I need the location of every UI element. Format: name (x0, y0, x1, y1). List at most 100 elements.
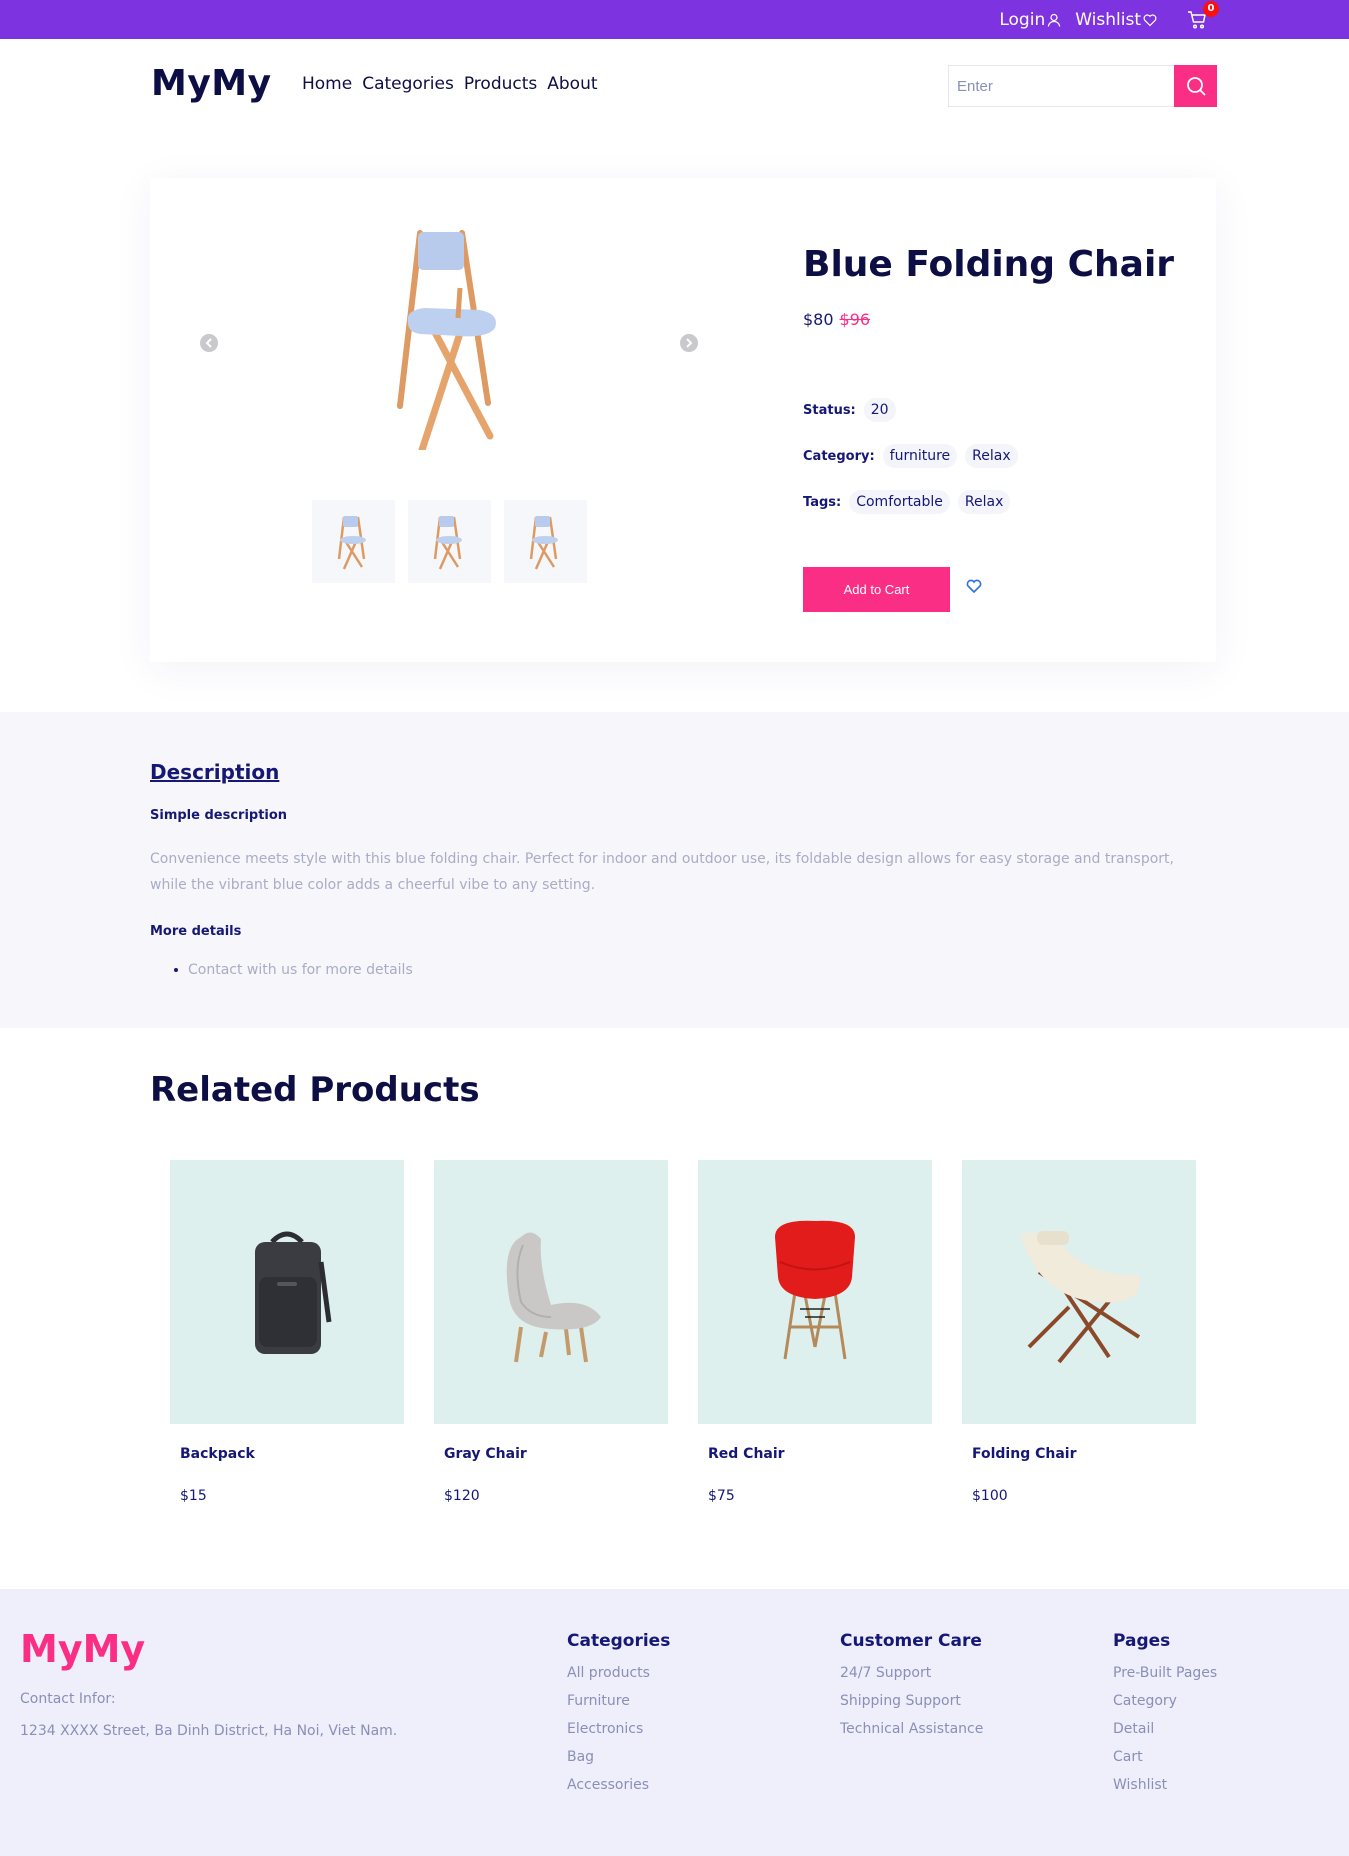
top-bar: Login Wishlist 0 (0, 0, 1349, 39)
chair-thumbnail-image (337, 515, 366, 570)
related-product-name[interactable]: Red Chair (708, 1446, 785, 1462)
footer-link[interactable]: Pre-Built Pages (1113, 1665, 1217, 1681)
footer-address: 1234 XXXX Street, Ba Dinh District, Ha N… (20, 1723, 398, 1739)
wishlist-link[interactable]: Wishlist (1075, 10, 1157, 30)
related-product-price: $100 (972, 1488, 1008, 1504)
footer-logo[interactable]: MyMy (20, 1627, 145, 1671)
footer-column-categories: Categories All products Furniture Electr… (567, 1631, 670, 1805)
user-icon (1048, 13, 1061, 27)
old-price: $96 (839, 310, 871, 329)
top-bar-links: Login Wishlist 0 (999, 0, 1219, 39)
add-to-cart-button[interactable]: Add to Cart (803, 567, 950, 612)
related-product-card[interactable]: Gray Chair $120 (434, 1160, 668, 1504)
more-details-title: More details (150, 924, 242, 939)
tag-chip[interactable]: Comfortable (849, 490, 950, 514)
thumbnail-1[interactable] (312, 500, 395, 583)
category-chip[interactable]: Relax (965, 444, 1018, 468)
footer-link[interactable]: Bag (567, 1749, 670, 1765)
footer-link[interactable]: 24/7 Support (840, 1665, 983, 1681)
cart-count-badge: 0 (1203, 0, 1219, 17)
chair-thumbnail-image (433, 515, 462, 570)
related-product-price: $120 (444, 1488, 480, 1504)
product-title: Blue Folding Chair (803, 244, 1175, 285)
login-link[interactable]: Login (999, 10, 1061, 30)
heart-icon (1143, 13, 1157, 26)
related-product-name[interactable]: Folding Chair (972, 1446, 1077, 1462)
status-value: 20 (863, 398, 896, 422)
footer-link[interactable]: Furniture (567, 1693, 670, 1709)
footer-column-pages: Pages Pre-Built Pages Category Detail Ca… (1113, 1631, 1217, 1805)
footer-link[interactable]: Cart (1113, 1749, 1217, 1765)
description-tab[interactable]: Description (150, 760, 279, 784)
logo[interactable]: MyMy (151, 63, 272, 104)
thumbnail-3[interactable] (504, 500, 587, 583)
tag-chip[interactable]: Relax (957, 490, 1011, 514)
search-input[interactable] (948, 65, 1174, 107)
footer-link[interactable]: Electronics (567, 1721, 670, 1737)
footer-link[interactable]: Technical Assistance (840, 1721, 983, 1737)
prev-image-button[interactable] (200, 334, 218, 352)
related-product-card[interactable]: Backpack $15 (170, 1160, 404, 1504)
main-nav: Home Categories Products About (302, 74, 598, 94)
related-product-name[interactable]: Backpack (180, 1446, 255, 1462)
nav-categories[interactable]: Categories (362, 74, 454, 94)
bullet-dot (174, 968, 178, 972)
chevron-right-icon (686, 338, 693, 348)
related-product-price: $75 (708, 1488, 735, 1504)
related-product-card[interactable]: Red Chair $75 (698, 1160, 932, 1504)
related-products-title: Related Products (150, 1070, 480, 1110)
product-main-image (397, 230, 496, 450)
footer-link[interactable]: Wishlist (1113, 1777, 1217, 1793)
footer-link[interactable]: All products (567, 1665, 670, 1681)
more-details-text: Contact with us for more details (188, 962, 413, 978)
thumbnail-2[interactable] (408, 500, 491, 583)
folding-chair-icon (1021, 1231, 1141, 1364)
nav-products[interactable]: Products (464, 74, 537, 94)
next-image-button[interactable] (680, 334, 698, 352)
related-product-image[interactable] (698, 1160, 932, 1424)
add-to-wishlist-heart-icon[interactable] (966, 578, 982, 594)
status-row: Status: 20 (803, 398, 896, 422)
nav-home[interactable]: Home (302, 74, 352, 94)
search-button[interactable] (1174, 65, 1217, 107)
tags-label: Tags: (803, 494, 842, 510)
footer-link[interactable]: Detail (1113, 1721, 1217, 1737)
chevron-left-icon (205, 338, 212, 348)
gray-chair-icon (506, 1232, 601, 1363)
tags-row: Tags: Comfortable Relax (803, 490, 1011, 514)
red-chair-icon (775, 1220, 855, 1360)
description-text: Convenience meets style with this blue f… (150, 851, 1174, 893)
footer-column-title: Categories (567, 1631, 671, 1651)
login-label: Login (999, 9, 1046, 30)
footer-link[interactable]: Shipping Support (840, 1693, 983, 1709)
related-product-image[interactable] (962, 1160, 1196, 1424)
header: MyMy Home Categories Products About (0, 39, 1349, 132)
category-label: Category: (803, 448, 875, 464)
footer-link[interactable]: Accessories (567, 1777, 670, 1793)
related-product-card[interactable]: Folding Chair $100 (962, 1160, 1196, 1504)
footer-link[interactable]: Category (1113, 1693, 1217, 1709)
cart-button[interactable]: 0 (1187, 0, 1219, 30)
description-section: Description Simple description Convenien… (0, 712, 1349, 1028)
footer-column-customer-care: Customer Care 24/7 Support Shipping Supp… (840, 1631, 983, 1749)
nav-about[interactable]: About (547, 74, 597, 94)
category-row: Category: furniture Relax (803, 444, 1018, 468)
current-price: $80 (803, 310, 834, 329)
status-label: Status: (803, 402, 856, 418)
product-detail-card: Blue Folding Chair $80 $96 Status: 20 Ca… (150, 178, 1216, 662)
category-chip[interactable]: furniture (882, 444, 958, 468)
related-product-price: $15 (180, 1488, 207, 1504)
backpack-icon (255, 1231, 332, 1354)
related-product-image[interactable] (170, 1160, 404, 1424)
footer-column-title: Customer Care (840, 1631, 982, 1651)
search-bar (948, 65, 1217, 107)
footer-column-title: Pages (1113, 1631, 1171, 1651)
more-details-item: Contact with us for more details (174, 962, 413, 978)
description-subtitle: Simple description (150, 808, 288, 823)
related-product-image[interactable] (434, 1160, 668, 1424)
chair-thumbnail-image (529, 515, 558, 570)
footer-contact-label: Contact Infor: (20, 1691, 116, 1707)
search-icon (1186, 77, 1206, 96)
related-product-name[interactable]: Gray Chair (444, 1446, 527, 1462)
footer: MyMy Contact Infor: 1234 XXXX Street, Ba… (0, 1589, 1349, 1856)
